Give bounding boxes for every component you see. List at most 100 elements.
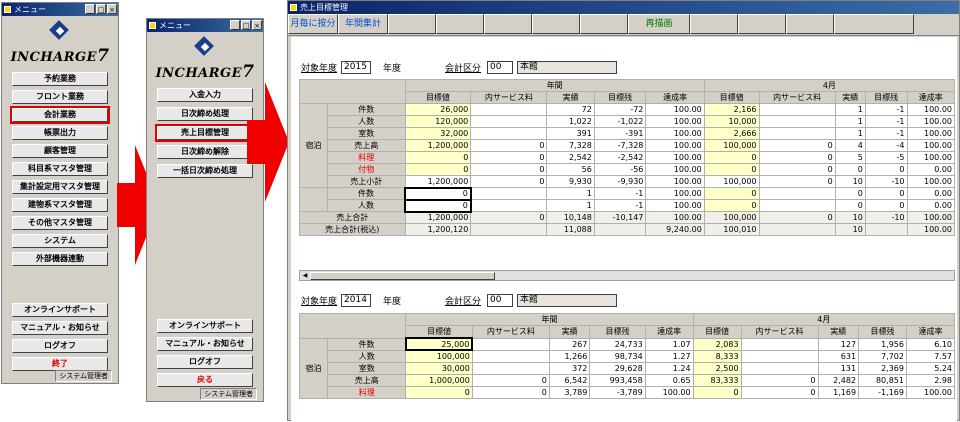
toolbar-button-4[interactable] [484,14,532,34]
cell[interactable]: 32,000 [404,127,472,140]
cell[interactable]: 100.00 [905,385,956,399]
close-icon[interactable]: × [252,20,262,30]
menu-button-4[interactable]: 一括日次締め処理 [157,164,253,178]
cell[interactable]: 0 [740,373,819,387]
minimize-icon[interactable]: _ [85,4,95,14]
cell[interactable]: 0.00 [906,199,956,212]
toolbar-button-0[interactable]: 月毎に按分 [288,14,338,34]
close-icon[interactable]: × [107,4,117,14]
cell[interactable]: 391 [546,127,595,140]
cell[interactable]: 0 [471,385,550,399]
cell[interactable]: 30,000 [405,361,473,375]
cell[interactable]: 100.00 [645,103,705,116]
toolbar-button-6[interactable] [580,14,628,34]
cell[interactable] [758,115,836,128]
cell[interactable]: 8,333 [692,349,742,363]
cell[interactable]: 0 [740,385,819,399]
year-input[interactable]: 2014 [341,294,372,307]
cell[interactable]: 0 [470,175,548,188]
cell[interactable]: 1,000,000 [405,373,473,387]
cell[interactable]: -2,542 [593,151,647,164]
account-input[interactable]: 00 [487,61,514,74]
maximize-icon[interactable]: □ [96,4,106,14]
cell[interactable]: 1 [546,187,595,200]
cell[interactable]: 1,200,000 [404,175,472,188]
cell[interactable]: 127 [817,337,860,351]
cell[interactable]: 80,851 [858,373,907,387]
cell[interactable]: 100.00 [906,175,956,188]
cell[interactable]: 0 [758,163,836,176]
cell[interactable]: 1.27 [644,349,694,363]
cell[interactable] [471,349,550,363]
cell[interactable]: 0 [404,198,472,213]
cell[interactable]: -1 [864,103,908,116]
cell[interactable]: 0 [470,151,548,164]
cell[interactable]: 0 [758,175,836,188]
cell[interactable]: 100.00 [906,115,956,128]
cell[interactable]: 2,166 [703,103,760,116]
toolbar-button-2[interactable] [388,14,436,34]
cell[interactable]: 3,789 [548,385,591,399]
menu-button-9[interactable]: システム [12,234,108,248]
cell[interactable]: 2,482 [817,373,860,387]
menu-button-0[interactable]: 入金入力 [157,88,253,102]
cell[interactable]: 5.24 [905,361,956,375]
cell[interactable]: 56 [546,163,595,176]
cell[interactable]: -1 [864,115,908,128]
toolbar-button-3[interactable] [436,14,484,34]
toolbar-button-1[interactable]: 年間集計 [338,14,388,34]
cell[interactable]: 1,169 [817,385,860,399]
cell[interactable]: 0 [703,187,760,200]
cell[interactable]: 6,542 [548,373,591,387]
cell[interactable]: 100.00 [644,385,694,399]
cell[interactable]: 0 [864,199,908,212]
menu-button-1[interactable]: マニュアル・お知らせ [12,321,108,335]
cell[interactable]: 0 [692,385,742,399]
toolbar-button-11[interactable] [834,14,914,34]
menu-button-2[interactable]: 会計業務 [10,106,110,124]
cell[interactable]: 0 [471,373,550,387]
cell[interactable] [758,127,836,140]
menu-button-6[interactable]: 集計設定用マスタ管理 [12,180,108,194]
cell[interactable]: 1 [834,127,866,140]
year-input[interactable]: 2015 [341,61,372,74]
cell[interactable]: 0.65 [644,373,694,387]
cell[interactable]: 100.00 [645,127,705,140]
cell[interactable]: 100.00 [906,139,956,152]
cell[interactable]: 131 [817,361,860,375]
cell[interactable]: 7.57 [905,349,956,363]
toolbar-button-8[interactable] [690,14,738,34]
cell[interactable]: 0 [703,199,760,212]
cell[interactable]: -56 [593,163,647,176]
cell[interactable]: 0 [470,163,548,176]
cell[interactable]: -10 [864,175,908,188]
cell[interactable]: 0 [834,163,866,176]
cell[interactable]: 1.07 [644,337,694,351]
cell[interactable]: 0 [404,186,472,201]
menu-button-7[interactable]: 建物系マスタ管理 [12,198,108,212]
cell[interactable] [740,337,819,351]
cell[interactable]: -1,169 [858,385,907,399]
cell[interactable]: 100.00 [906,103,956,116]
cell[interactable]: 2,666 [703,127,760,140]
minimize-icon[interactable]: _ [230,20,240,30]
account-input[interactable]: 00 [487,294,514,307]
toolbar-button-5[interactable] [532,14,580,34]
cell[interactable]: 2,542 [546,151,595,164]
cell[interactable] [470,127,548,140]
cell[interactable] [470,187,548,200]
cell[interactable]: 120,000 [404,115,472,128]
menu-button-2[interactable]: ログオフ [12,339,108,353]
cell[interactable]: -1 [864,127,908,140]
cell[interactable]: 83,333 [692,373,742,387]
cell[interactable]: 100.00 [906,127,956,140]
cell[interactable] [758,199,836,212]
cell[interactable]: 267 [548,337,591,351]
cell[interactable]: 0 [834,187,866,200]
cell[interactable]: 7,328 [546,139,595,152]
toolbar-button-10[interactable] [786,14,834,34]
cell[interactable]: -72 [593,103,647,116]
cell[interactable]: 2.98 [905,373,956,387]
menu-button-3[interactable]: 終了 [12,357,108,371]
maximize-icon[interactable]: □ [241,20,251,30]
